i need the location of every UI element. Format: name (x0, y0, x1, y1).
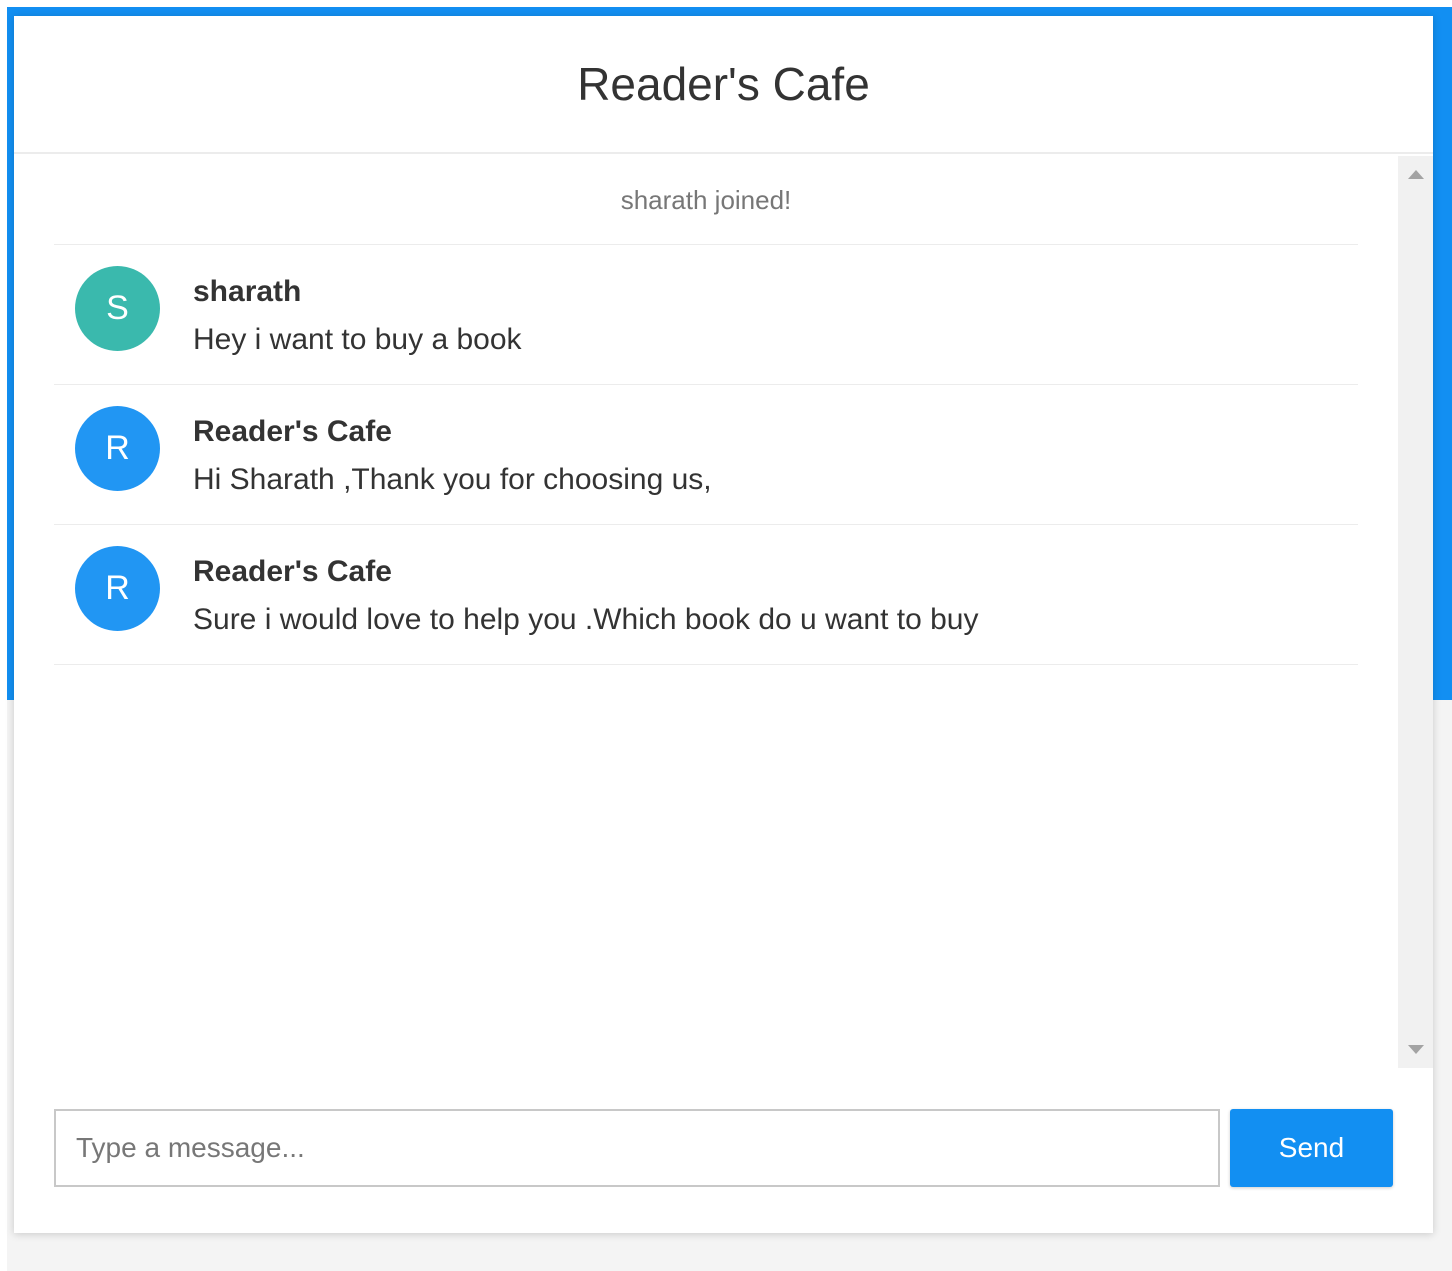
chat-message: R Reader's Cafe Sure i would love to hel… (54, 525, 1358, 665)
message-text: Hi Sharath ,Thank you for choosing us, (193, 463, 712, 496)
message-area[interactable]: sharath joined! S sharath Hey i want to … (14, 156, 1398, 1068)
message-input[interactable] (54, 1109, 1220, 1187)
avatar: S (75, 266, 160, 351)
chat-header: Reader's Cafe (14, 16, 1433, 154)
message-sender: sharath (193, 275, 302, 308)
chat-message: R Reader's Cafe Hi Sharath ,Thank you fo… (54, 385, 1358, 525)
send-button[interactable]: Send (1230, 1109, 1393, 1187)
message-sender: Reader's Cafe (193, 555, 392, 588)
message-scrollbar[interactable] (1398, 156, 1433, 1068)
message-form: Send (54, 1109, 1393, 1187)
chat-title: Reader's Cafe (577, 58, 870, 110)
message-text: Sure i would love to help you .Which boo… (193, 603, 979, 636)
chat-container: Reader's Cafe sharath joined! S sharath … (14, 16, 1433, 1233)
message-text: Hey i want to buy a book (193, 323, 522, 356)
event-message: sharath joined! (54, 156, 1358, 245)
page: Reader's Cafe sharath joined! S sharath … (0, 0, 1452, 1271)
scroll-up-arrow-icon[interactable] (1408, 170, 1424, 179)
message-sender: Reader's Cafe (193, 415, 392, 448)
avatar: R (75, 406, 160, 491)
chat-message: S sharath Hey i want to buy a book (54, 245, 1358, 385)
avatar: R (75, 546, 160, 631)
scroll-down-arrow-icon[interactable] (1408, 1045, 1424, 1054)
event-message-text: sharath joined! (620, 184, 792, 215)
message-list: sharath joined! S sharath Hey i want to … (14, 156, 1398, 665)
